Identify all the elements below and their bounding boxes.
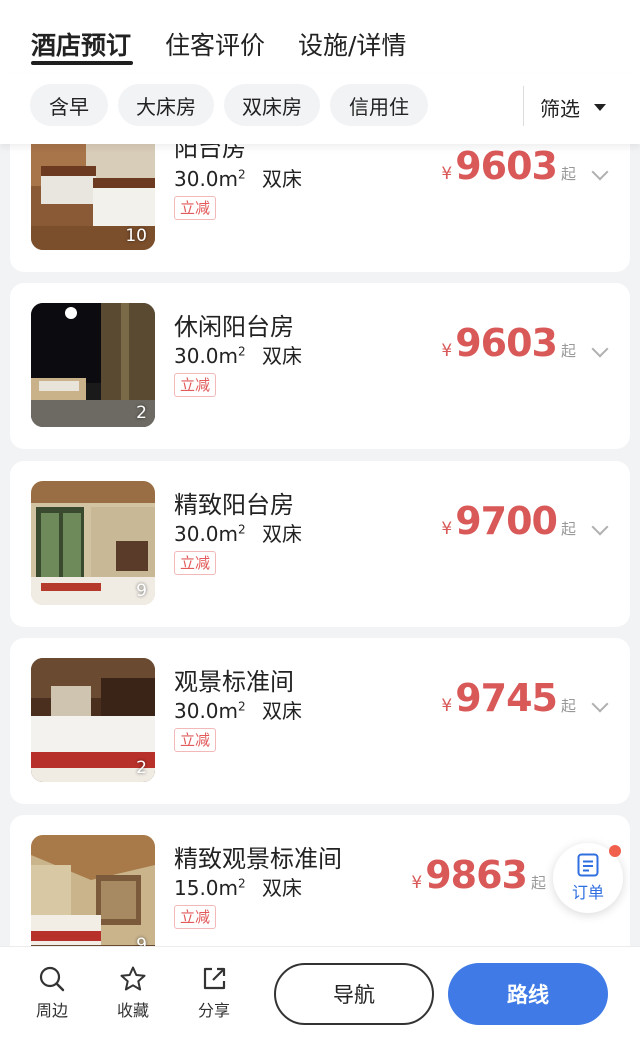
room-bed: 双床: [262, 344, 303, 368]
area-unit-sup: 2: [238, 344, 246, 359]
discount-tag: 立减: [174, 551, 217, 575]
price-value: 9603: [455, 321, 558, 365]
room-name: 观景标准间: [174, 668, 294, 696]
filter-button-label: 筛选: [540, 96, 580, 121]
order-list-icon: [577, 853, 599, 877]
chevron-down-icon[interactable]: [591, 518, 609, 536]
room-spec: 30.0m2 双床: [174, 340, 302, 369]
room-area: 30.0m: [174, 344, 239, 368]
chevron-down-icon[interactable]: [591, 163, 609, 181]
room-price[interactable]: ¥ 9603 起: [441, 144, 576, 188]
share-button[interactable]: 分享: [184, 965, 244, 1021]
photo-count: 2: [136, 403, 147, 423]
discount-tag: 立减: [174, 728, 217, 752]
room-bed: 双床: [262, 699, 303, 723]
discount-tag: 立减: [174, 905, 217, 929]
discount-tag: 立减: [174, 373, 217, 397]
top-tab-bar: 酒店预订 住客评价 设施/详情: [0, 0, 640, 74]
room-price[interactable]: ¥ 9745 起: [441, 676, 576, 720]
filter-chip-breakfast[interactable]: 含早: [30, 84, 108, 126]
room-spec: 30.0m2 双床: [174, 695, 302, 724]
area-unit-sup: 2: [238, 876, 246, 891]
price-suffix: 起: [560, 342, 576, 360]
filter-chip-twin-bed[interactable]: 双床房: [224, 84, 320, 126]
room-card[interactable]: 2 观景标准间 30.0m2 双床 立减 ¥ 9745 起: [10, 638, 630, 804]
active-tab-indicator: [31, 61, 133, 65]
room-area: 30.0m: [174, 167, 239, 191]
room-photo[interactable]: 2: [31, 658, 155, 782]
bottom-action-bar: 周边 收藏 分享 导航 路线: [0, 946, 640, 1038]
price-suffix: 起: [560, 697, 576, 715]
room-photo[interactable]: 9: [31, 835, 155, 959]
room-spec: 15.0m2 双床: [174, 872, 302, 901]
price-suffix: 起: [560, 165, 576, 183]
room-photo[interactable]: 10: [31, 126, 155, 250]
room-photo[interactable]: 9: [31, 481, 155, 605]
photo-count: 9: [136, 581, 147, 601]
room-bed: 双床: [262, 876, 303, 900]
favorite-button[interactable]: 收藏: [103, 965, 163, 1021]
star-icon: [120, 966, 146, 991]
filter-chip-credit-stay[interactable]: 信用住: [330, 84, 428, 126]
room-name: 休闲阳台房: [174, 313, 294, 341]
nearby-button[interactable]: 周边: [22, 965, 82, 1021]
filter-button[interactable]: 筛选: [540, 92, 606, 122]
photo-count: 2: [136, 758, 147, 778]
room-price[interactable]: ¥ 9863 起: [411, 853, 546, 897]
photo-count: 10: [125, 226, 147, 246]
price-value: 9745: [455, 676, 558, 720]
currency-symbol: ¥: [441, 341, 453, 361]
order-button-label: 订单: [571, 883, 604, 902]
currency-symbol: ¥: [441, 164, 453, 184]
price-value: 9700: [455, 499, 558, 543]
price-value: 9603: [455, 144, 558, 188]
area-unit-sup: 2: [238, 522, 246, 537]
room-name: 精致观景标准间: [174, 845, 342, 873]
favorite-label: 收藏: [116, 1001, 149, 1020]
search-icon: [39, 966, 65, 992]
room-name: 精致阳台房: [174, 491, 294, 519]
tab-hotel-booking[interactable]: 酒店预订: [31, 26, 131, 62]
area-unit-sup: 2: [238, 167, 246, 182]
order-button[interactable]: 订单: [553, 843, 623, 913]
room-spec: 30.0m2 双床: [174, 163, 302, 192]
currency-symbol: ¥: [441, 519, 453, 539]
navigation-button[interactable]: 导航: [274, 963, 434, 1025]
filter-bar: 含早 大床房 双床房 信用住 筛选: [0, 74, 640, 144]
tab-guest-reviews[interactable]: 住客评价: [165, 26, 265, 62]
price-suffix: 起: [560, 520, 576, 538]
room-area: 30.0m: [174, 699, 239, 723]
tab-facilities-details[interactable]: 设施/详情: [298, 26, 406, 62]
area-unit-sup: 2: [238, 699, 246, 714]
room-bed: 双床: [262, 167, 303, 191]
hotel-booking-screen: 10 阳台房 30.0m2 双床 立减 ¥ 9603 起 2 休闲阳台房 30.…: [0, 0, 640, 1038]
filter-divider: [523, 86, 524, 126]
currency-symbol: ¥: [411, 873, 423, 893]
room-area: 15.0m: [174, 876, 239, 900]
discount-tag: 立减: [174, 196, 217, 220]
room-price[interactable]: ¥ 9603 起: [441, 321, 576, 365]
nearby-label: 周边: [35, 1001, 68, 1020]
price-suffix: 起: [530, 874, 546, 892]
room-price[interactable]: ¥ 9700 起: [441, 499, 576, 543]
price-value: 9863: [425, 853, 528, 897]
currency-symbol: ¥: [441, 696, 453, 716]
caret-down-icon: [594, 103, 606, 111]
room-spec: 30.0m2 双床: [174, 518, 302, 547]
notification-dot: [609, 845, 621, 857]
share-label: 分享: [197, 1001, 230, 1020]
room-list[interactable]: 10 阳台房 30.0m2 双床 立减 ¥ 9603 起 2 休闲阳台房 30.…: [0, 0, 640, 1038]
filter-chip-king-bed[interactable]: 大床房: [118, 84, 214, 126]
chevron-down-icon[interactable]: [591, 695, 609, 713]
room-area: 30.0m: [174, 522, 239, 546]
room-bed: 双床: [262, 522, 303, 546]
room-card[interactable]: 2 休闲阳台房 30.0m2 双床 立减 ¥ 9603 起: [10, 283, 630, 449]
room-card[interactable]: 9 精致阳台房 30.0m2 双床 立减 ¥ 9700 起: [10, 461, 630, 627]
chevron-down-icon[interactable]: [591, 340, 609, 358]
share-icon: [203, 967, 226, 990]
room-photo[interactable]: 2: [31, 303, 155, 427]
route-button[interactable]: 路线: [448, 963, 608, 1025]
